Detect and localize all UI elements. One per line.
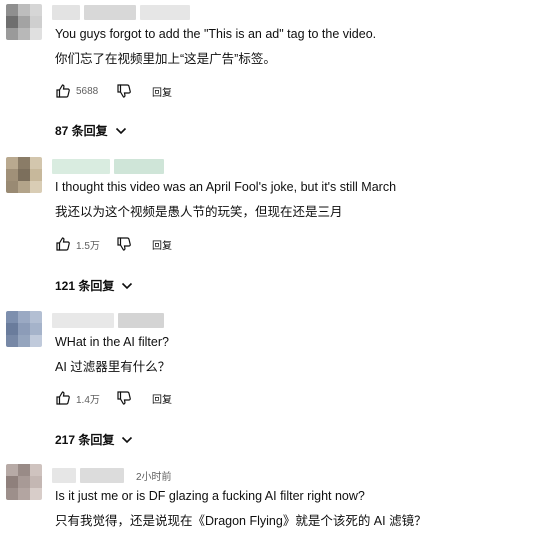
replies-count: 87 条回复 (55, 124, 108, 138)
comment-text-zh: 我还以为这个视频是愚人节的玩笑，但现在还是三月 (55, 205, 343, 219)
reply-button[interactable]: 回复 (152, 84, 172, 99)
replies-count: 121 条回复 (55, 279, 115, 293)
comment-actions: 1.5万 回复 (55, 236, 172, 252)
comment-actions: 5688 回复 (55, 83, 172, 99)
like-count: 5688 (76, 85, 99, 97)
comment-actions: 1.4万 回复 (55, 390, 172, 406)
replies-toggle[interactable]: 217 条回复 (55, 431, 134, 448)
replies-count: 217 条回复 (55, 433, 115, 447)
dislike-icon[interactable] (116, 236, 132, 252)
comment-text-zh: 你们忘了在视频里加上“这是广告”标签。 (55, 52, 276, 66)
avatar[interactable] (6, 311, 42, 347)
author-name-blurred[interactable] (52, 158, 164, 174)
chevron-down-icon (115, 127, 126, 134)
comment-text-en: WHat in the AI filter? (55, 335, 169, 349)
like-icon[interactable] (55, 83, 71, 99)
replies-toggle[interactable]: 87 条回复 (55, 122, 128, 139)
like-icon[interactable] (55, 390, 71, 406)
dislike-icon[interactable] (116, 390, 132, 406)
like-count: 1.5万 (76, 240, 100, 252)
reply-button[interactable]: 回复 (152, 391, 172, 406)
comment-text-en: Is it just me or is DF glazing a fucking… (55, 489, 365, 503)
comment-text-en: I thought this video was an April Fool's… (55, 180, 397, 194)
avatar[interactable] (6, 4, 42, 40)
chevron-down-icon (122, 436, 133, 443)
avatar[interactable] (6, 464, 42, 500)
replies-toggle[interactable]: 121 条回复 (55, 277, 134, 294)
author-name-blurred[interactable] (52, 4, 190, 20)
dislike-icon[interactable] (116, 83, 132, 99)
author-name-blurred[interactable] (52, 312, 164, 328)
like-icon[interactable] (55, 236, 71, 252)
comment-text-en: You guys forgot to add the "This is an a… (55, 27, 377, 41)
comment-text-zh: AI 过滤器里有什么？ (55, 360, 171, 374)
comment-text-zh: 只有我觉得，还是说现在《Dragon Flying》就是个该死的 AI 滤镜？ (55, 514, 427, 528)
reply-button[interactable]: 回复 (152, 237, 172, 252)
like-count: 1.4万 (76, 394, 100, 406)
avatar[interactable] (6, 157, 42, 193)
author-name-blurred[interactable]: 2小时前 (52, 467, 172, 483)
timestamp: 2小时前 (136, 471, 172, 483)
chevron-down-icon (122, 282, 133, 289)
